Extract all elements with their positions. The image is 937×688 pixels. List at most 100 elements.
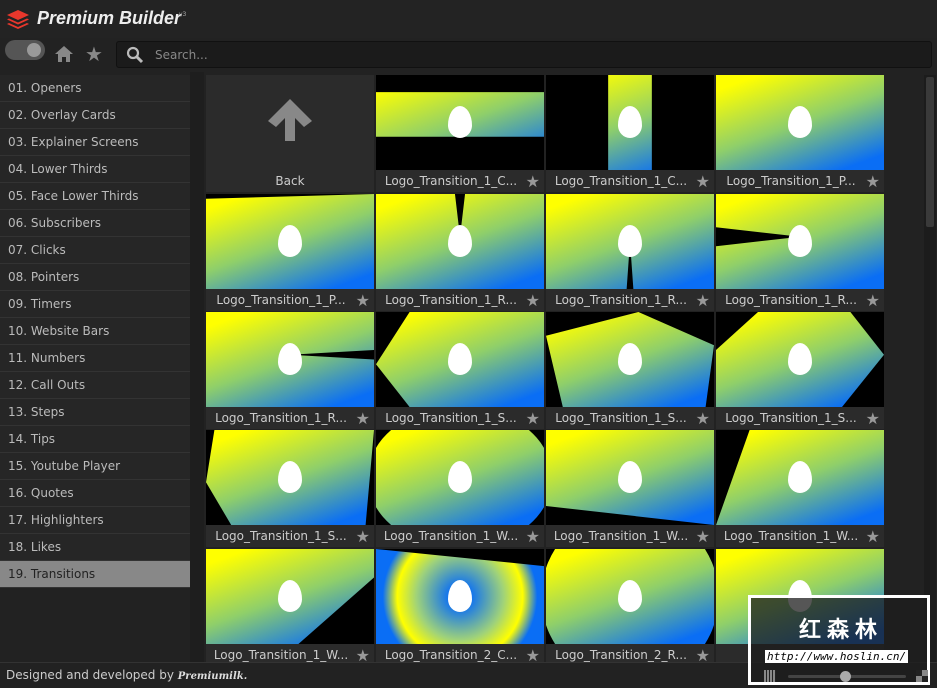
preset-tile[interactable]: Logo_Transition_1_W... ★ <box>206 549 374 666</box>
preset-thumbnail <box>376 312 544 407</box>
preset-label: Logo_Transition_1_S... <box>385 411 517 425</box>
sidebar-item[interactable]: 16. Quotes <box>0 480 190 507</box>
preset-thumbnail <box>376 430 544 525</box>
preset-thumbnail <box>206 194 374 289</box>
sidebar-item[interactable]: 10. Website Bars <box>0 318 190 345</box>
preset-thumbnail <box>206 312 374 407</box>
search-input[interactable] <box>155 46 915 64</box>
preset-label: Logo_Transition_1_R... <box>725 293 857 307</box>
preset-tile[interactable]: Logo_Transition_2_C... ★ <box>376 549 544 666</box>
preset-tile[interactable]: Logo_Transition_1_W... ★ <box>546 430 714 547</box>
preset-tile[interactable]: Logo_Transition_1_S... ★ <box>716 312 884 429</box>
preset-tile[interactable]: Logo_Transition_1_C... ★ <box>376 75 544 192</box>
sidebar-item[interactable]: 18. Likes <box>0 534 190 561</box>
preset-tile[interactable]: Logo_Transition_1_R... ★ <box>376 194 544 311</box>
preset-label: Logo_Transition_1_P... <box>216 293 346 307</box>
preset-tile[interactable]: Logo_Transition_1_R... ★ <box>206 312 374 429</box>
preset-thumbnail <box>546 430 714 525</box>
sidebar-item[interactable]: 02. Overlay Cards <box>0 102 190 129</box>
logo-drop-icon <box>278 461 302 493</box>
sidebar-item[interactable]: 15. Youtube Player <box>0 453 190 480</box>
large-grid-icon[interactable] <box>916 670 928 682</box>
preset-thumbnail <box>376 194 544 289</box>
preset-thumbnail <box>546 549 714 644</box>
preset-tile[interactable]: Logo_Transition_1_W... ★ <box>376 430 544 547</box>
preset-thumbnail <box>716 75 884 170</box>
preset-tile[interactable]: Logo_Transition_1_S... ★ <box>376 312 544 429</box>
sidebar-item[interactable]: 05. Face Lower Thirds <box>0 183 190 210</box>
back-label: Back <box>275 174 305 188</box>
preset-label: Logo_Transition_1_C... <box>384 174 518 188</box>
preset-thumbnail <box>716 430 884 525</box>
logo-drop-icon <box>448 580 472 612</box>
sidebar-item[interactable]: 11. Numbers <box>0 345 190 372</box>
app-version: v3 <box>179 11 187 18</box>
sidebar-item[interactable]: 12. Call Outs <box>0 372 190 399</box>
preset-tile[interactable]: Logo_Transition_1_P... ★ <box>716 75 884 192</box>
preset-tile[interactable]: Logo_Transition_1_W... ★ <box>716 430 884 547</box>
sidebar-item[interactable]: 07. Clicks <box>0 237 190 264</box>
scrollbar[interactable] <box>924 75 936 662</box>
search-icon <box>126 46 144 64</box>
sidebar-item[interactable]: 06. Subscribers <box>0 210 190 237</box>
credit-text: Designed and developed by <box>6 668 174 682</box>
preset-label: Logo_Transition_1_S... <box>215 529 347 543</box>
panel-divider[interactable] <box>190 72 204 662</box>
favorite-star-icon[interactable]: ★ <box>526 291 540 310</box>
preset-thumbnail <box>546 312 714 407</box>
mode-toggle[interactable] <box>5 40 45 60</box>
favorite-star-icon[interactable]: ★ <box>526 527 540 546</box>
preset-label: Logo_Transition_1_R... <box>385 293 517 307</box>
sidebar-item[interactable]: 04. Lower Thirds <box>0 156 190 183</box>
app-title: Premium Builder <box>37 8 182 28</box>
logo-drop-icon <box>448 461 472 493</box>
preset-tile[interactable]: Logo_Transition_2_R... ★ <box>546 549 714 666</box>
preset-label: Logo_Transition_1_S... <box>725 411 857 425</box>
favorite-star-icon[interactable]: ★ <box>696 409 710 428</box>
sidebar-item[interactable]: 13. Steps <box>0 399 190 426</box>
sidebar-item-active[interactable]: 19. Transitions <box>0 561 190 588</box>
preset-thumbnail <box>206 549 374 644</box>
preset-label: Logo_Transition_1_S... <box>555 411 687 425</box>
logo-drop-icon <box>618 225 642 257</box>
sidebar-item[interactable]: 08. Pointers <box>0 264 190 291</box>
size-slider-handle[interactable] <box>840 671 851 682</box>
preset-tile[interactable]: Logo_Transition_1_S... ★ <box>546 312 714 429</box>
favorite-star-icon[interactable]: ★ <box>866 291 880 310</box>
preset-tile[interactable]: Logo_Transition_1_R... ★ <box>546 194 714 311</box>
favorite-star-icon[interactable]: ★ <box>866 527 880 546</box>
back-button[interactable]: Back <box>206 75 374 192</box>
sidebar-item[interactable]: 01. Openers <box>0 75 190 102</box>
favorite-star-icon[interactable]: ★ <box>356 527 370 546</box>
search-bar[interactable] <box>116 41 932 68</box>
favorite-star-icon[interactable]: ★ <box>866 172 880 191</box>
favorite-star-icon[interactable]: ★ <box>356 291 370 310</box>
favorite-star-icon[interactable]: ★ <box>696 291 710 310</box>
logo-drop-icon <box>788 225 812 257</box>
favorite-star-icon[interactable]: ★ <box>526 172 540 191</box>
preset-label: Logo_Transition_1_R... <box>215 411 347 425</box>
sidebar-item[interactable]: 14. Tips <box>0 426 190 453</box>
favorite-star-icon[interactable]: ★ <box>696 527 710 546</box>
favorites-star-icon[interactable]: ★ <box>84 44 104 64</box>
brand-logo: Premiumilk. <box>177 671 248 682</box>
sidebar-item[interactable]: 09. Timers <box>0 291 190 318</box>
logo-drop-icon <box>788 106 812 138</box>
logo-drop-icon <box>278 343 302 375</box>
favorite-star-icon[interactable]: ★ <box>696 172 710 191</box>
preset-tile[interactable]: Logo_Transition_1_R... ★ <box>716 194 884 311</box>
preset-tile[interactable]: Logo_Transition_1_P... ★ <box>206 194 374 311</box>
favorite-star-icon[interactable]: ★ <box>866 409 880 428</box>
small-grid-icon[interactable] <box>764 670 776 682</box>
favorite-star-icon[interactable]: ★ <box>526 409 540 428</box>
preset-tile[interactable]: Logo_Transition_1_S... ★ <box>206 430 374 547</box>
home-icon[interactable] <box>54 44 74 64</box>
preset-tile[interactable]: Logo_Transition_1_C... ★ <box>546 75 714 192</box>
sidebar-item[interactable]: 17. Highlighters <box>0 507 190 534</box>
logo-drop-icon <box>788 461 812 493</box>
watermark-url: http://www.hoslin.cn/ <box>765 650 909 663</box>
favorite-star-icon[interactable]: ★ <box>356 409 370 428</box>
arrow-up-icon <box>268 99 312 141</box>
sidebar-item[interactable]: 03. Explainer Screens <box>0 129 190 156</box>
preset-thumbnail <box>376 75 544 170</box>
